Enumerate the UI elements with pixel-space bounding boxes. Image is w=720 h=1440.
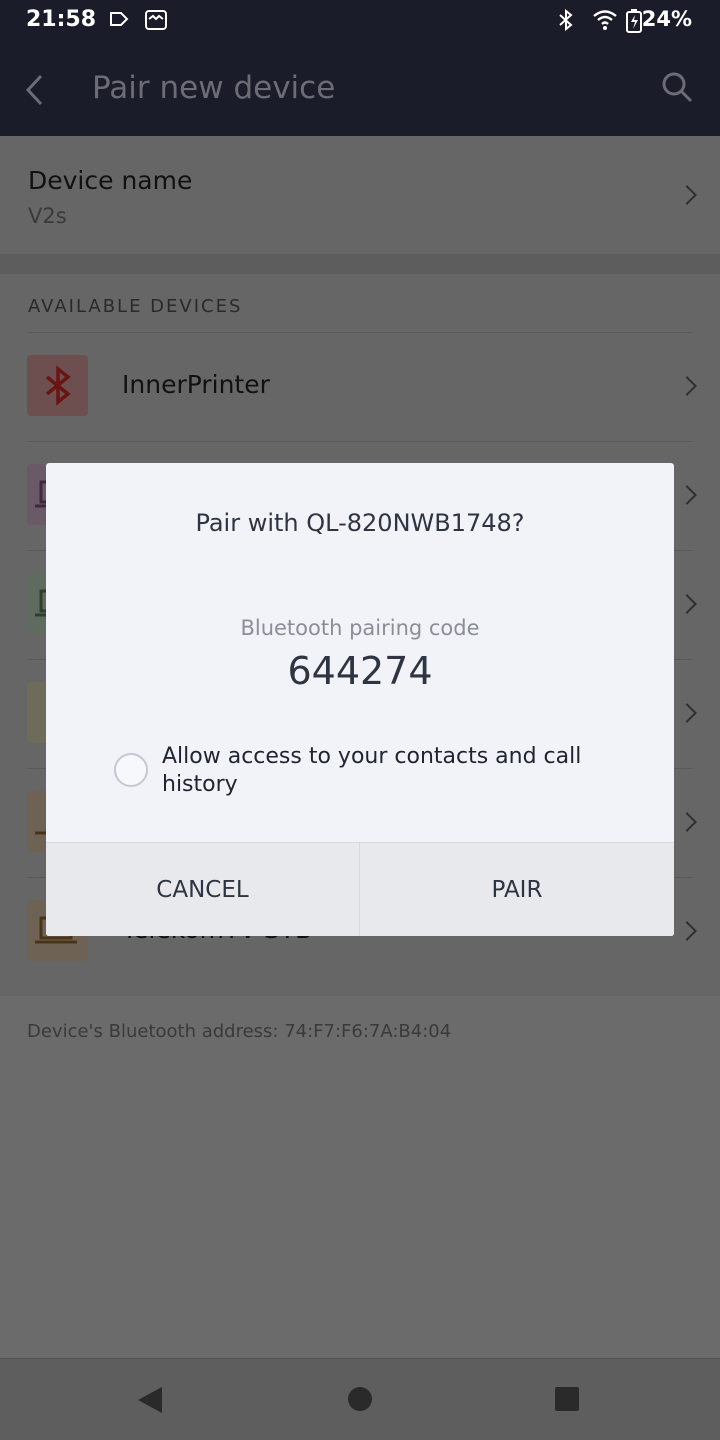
dialog-title: Pair with QL-820NWB1748?: [195, 509, 525, 537]
image-icon: [144, 8, 168, 36]
section-divider: [0, 254, 720, 274]
bluetooth-address: Device's Bluetooth address: 74:F7:F6:7A:…: [27, 1021, 452, 1042]
device-name-label: Device name: [28, 166, 193, 195]
battery-percentage: 24%: [641, 7, 692, 31]
bluetooth-status-icon: [556, 8, 576, 36]
nav-home-icon[interactable]: [347, 1386, 373, 1416]
search-icon[interactable]: [660, 70, 694, 108]
back-icon[interactable]: [22, 72, 48, 112]
chevron-right-icon: [677, 703, 697, 723]
device-name-row[interactable]: Device name V2s: [0, 136, 720, 254]
allow-access-label[interactable]: Allow access to your contacts and call h…: [162, 743, 632, 799]
wifi-icon: [592, 8, 618, 36]
device-name-value: V2s: [28, 204, 67, 228]
cancel-button[interactable]: CANCEL: [46, 843, 360, 936]
page-title: Pair new device: [92, 70, 336, 106]
nav-back-icon[interactable]: [136, 1385, 164, 1419]
bluetooth-icon: [27, 355, 88, 416]
chevron-right-icon: [677, 594, 697, 614]
status-bar: 21:58 24%: [0, 0, 720, 44]
section-header: AVAILABLE DEVICES: [28, 296, 243, 317]
tag-icon: [108, 8, 130, 34]
dialog-buttons: CANCEL PAIR: [46, 842, 674, 936]
status-time: 21:58: [26, 7, 97, 32]
battery-charging-icon: [625, 8, 643, 38]
pairing-code: 644274: [287, 649, 433, 693]
pairing-code-label: Bluetooth pairing code: [240, 616, 480, 640]
allow-access-radio[interactable]: [114, 753, 148, 787]
navigation-bar: [0, 1358, 720, 1440]
divider: [28, 441, 692, 442]
chevron-right-icon: [677, 812, 697, 832]
device-item-innerprinter[interactable]: InnerPrinter: [0, 332, 720, 441]
chevron-right-icon: [677, 185, 697, 205]
pairing-dialog: Pair with QL-820NWB1748? Bluetooth pairi…: [46, 463, 674, 936]
device-name: InnerPrinter: [122, 370, 270, 399]
chevron-right-icon: [677, 376, 697, 396]
chevron-right-icon: [677, 485, 697, 505]
nav-recents-icon[interactable]: [554, 1386, 580, 1416]
divider: [28, 332, 692, 333]
pair-button[interactable]: PAIR: [360, 843, 674, 936]
chevron-right-icon: [677, 921, 697, 941]
app-bar: Pair new device: [0, 44, 720, 136]
